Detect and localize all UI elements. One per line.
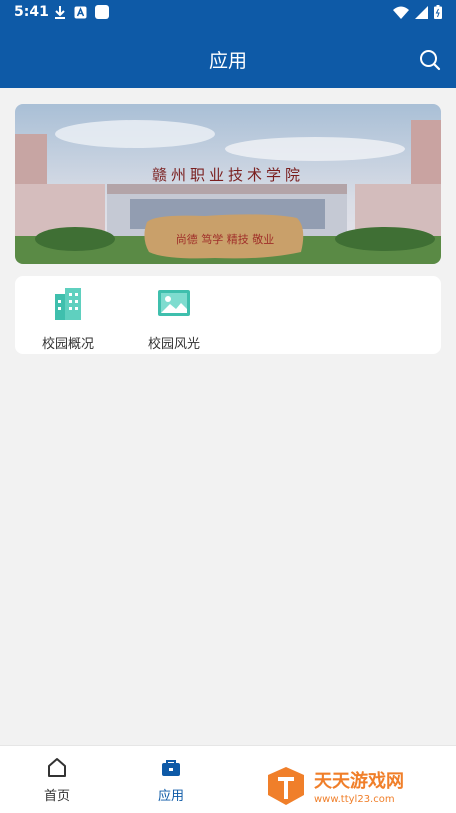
signal-icon	[415, 5, 428, 19]
download-icon	[55, 6, 65, 19]
banner-stone-text: 尚德 笃学 精技 敬业	[176, 232, 275, 246]
briefcase-icon	[162, 760, 180, 776]
search-button[interactable]	[418, 48, 442, 72]
battery-icon	[434, 5, 442, 19]
app-campus-scenery[interactable]: 校园风光	[121, 282, 227, 352]
search-icon	[420, 50, 441, 71]
status-bar: 5:41	[0, 0, 456, 26]
app-campus-overview[interactable]: 校园概况	[15, 282, 121, 352]
app-grid-card: 校园概况 校园风光	[15, 276, 441, 354]
nav-label: 首页	[43, 789, 70, 804]
translate-icon	[74, 6, 87, 18]
app-label: 校园风光	[147, 337, 200, 352]
app-notification-icon	[95, 5, 109, 19]
watermark-url: www.ttyl23.com	[314, 794, 395, 805]
banner-headline: 赣州职业技术学院	[152, 166, 304, 184]
image-icon	[158, 290, 190, 316]
campus-photo: 赣州职业技术学院 尚德 笃学 精技 敬业	[15, 104, 441, 264]
app-bar: 应用	[0, 26, 456, 88]
watermark-logo: 天天游戏网 www.ttyl23.com	[264, 765, 450, 807]
nav-label: 应用	[157, 789, 184, 804]
status-time: 5:41	[14, 4, 49, 20]
nav-apps[interactable]: 应用	[114, 746, 228, 813]
watermark-name: 天天游戏网	[314, 770, 404, 792]
nav-home[interactable]: 首页	[0, 746, 114, 813]
building-icon	[55, 288, 81, 320]
home-icon	[48, 758, 66, 777]
page-title: 应用	[208, 50, 247, 72]
app-label: 校园概况	[41, 337, 94, 352]
system-icons	[393, 5, 442, 19]
notification-icons	[54, 5, 109, 19]
bottom-navigation: 首页 应用 天天游戏网 www.ttyl23.com	[0, 745, 456, 813]
wifi-icon	[393, 6, 409, 19]
campus-banner[interactable]: 赣州职业技术学院 尚德 笃学 精技 敬业	[15, 104, 441, 264]
